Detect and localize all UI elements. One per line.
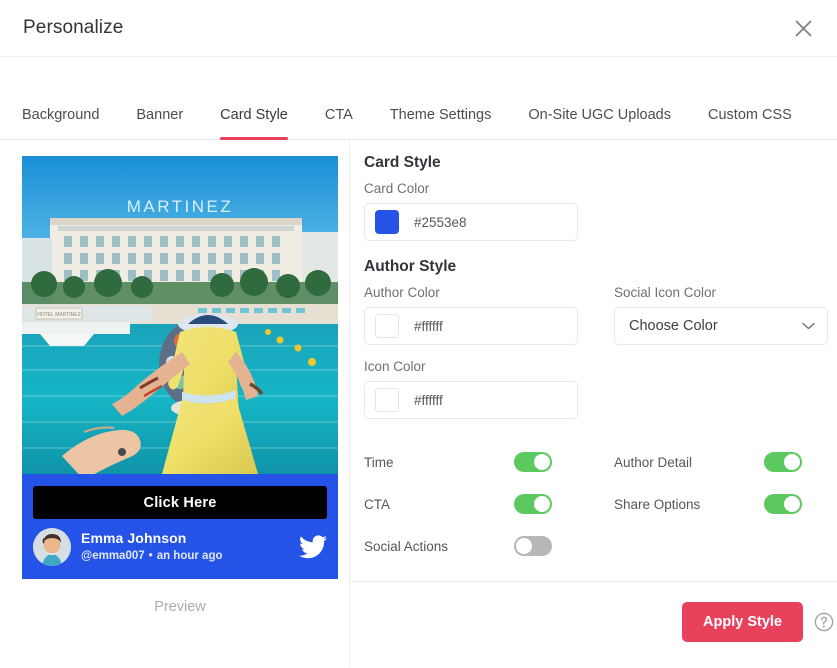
close-icon[interactable] [789, 14, 817, 42]
tab-card-style[interactable]: Card Style [220, 107, 288, 140]
tab-background[interactable]: Background [22, 107, 99, 139]
personalize-modal: Personalize Background Banner Card Style… [0, 0, 837, 668]
author-sub: @emma007 • an hour ago [81, 549, 293, 564]
toggle-share-options[interactable] [764, 494, 802, 514]
card-color-swatch[interactable] [375, 210, 399, 234]
author-style-row-1: Author Color #ffffff Social Icon Color C… [364, 285, 834, 345]
toggle-row-author-detail: Author Detail [614, 441, 834, 483]
author-color-input[interactable]: #ffffff [364, 307, 578, 345]
author-style-row-2: Icon Color #ffffff [364, 359, 834, 419]
toggle-knob [784, 454, 800, 470]
social-icon-color-select[interactable]: Choose Color [614, 307, 828, 345]
toggle-label-author-detail: Author Detail [614, 454, 693, 470]
icon-color-swatch[interactable] [375, 388, 399, 412]
toggle-knob [534, 496, 550, 512]
chevron-down-icon [802, 317, 815, 335]
card-color-input[interactable]: #2553e8 [364, 203, 578, 241]
settings-panel: Card Style Card Color #2553e8 Author Sty… [350, 140, 837, 667]
preview-caption: Preview [154, 599, 206, 615]
toggle-knob [516, 538, 532, 554]
click-here-button[interactable]: Click Here [33, 486, 327, 519]
social-icon-color-value: Choose Color [629, 318, 718, 334]
card-cta-area: Click Here [22, 474, 338, 519]
author-color-label: Author Color [364, 285, 440, 300]
footer-divider [350, 581, 837, 582]
toggle-label-cta: CTA [364, 496, 390, 512]
social-icon-color-label: Social Icon Color [614, 285, 717, 300]
page-title: Personalize [23, 17, 124, 38]
card-author-row: Emma Johnson @emma007 • an hour ago [22, 519, 338, 579]
toggle-social-actions[interactable] [514, 536, 552, 556]
tab-on-site-ugc-uploads[interactable]: On-Site UGC Uploads [528, 107, 671, 139]
tab-custom-css[interactable]: Custom CSS [708, 107, 792, 139]
svg-text:HOTEL MARTINEZ: HOTEL MARTINEZ [37, 312, 80, 318]
toggle-section: Time Author Detail CTA Share Options Soc… [364, 441, 834, 567]
preview-card: MARTINEZ HOTEL MARTINEZ Click Here Emma … [22, 156, 338, 579]
tab-cta[interactable]: CTA [325, 107, 353, 139]
icon-color-value: #ffffff [414, 392, 443, 408]
card-photo: MARTINEZ HOTEL MARTINEZ [22, 156, 338, 474]
separator-dot: • [148, 550, 153, 562]
author-color-swatch[interactable] [375, 314, 399, 338]
author-meta: Emma Johnson @emma007 • an hour ago [81, 530, 293, 564]
toggle-row-social-actions: Social Actions [364, 525, 600, 567]
card-color-label: Card Color [364, 181, 430, 196]
toggle-author-detail[interactable] [764, 452, 802, 472]
timestamp: an hour ago [156, 550, 223, 562]
author-name: Emma Johnson [81, 530, 187, 546]
apply-style-button[interactable]: Apply Style [682, 602, 803, 642]
card-style-heading: Card Style [364, 154, 441, 171]
toggle-knob [534, 454, 550, 470]
author-handle: @emma007 [81, 550, 145, 562]
toggle-label-share-options: Share Options [614, 496, 701, 512]
preview-panel: MARTINEZ HOTEL MARTINEZ Click Here Emma … [0, 140, 350, 667]
modal-footer: Apply Style [682, 602, 834, 642]
modal-body: MARTINEZ HOTEL MARTINEZ Click Here Emma … [0, 140, 837, 667]
icon-color-input[interactable]: #ffffff [364, 381, 578, 419]
toggle-row-share-options: Share Options [614, 483, 834, 525]
toggle-row-cta: CTA [364, 483, 600, 525]
svg-text:MARTINEZ: MARTINEZ [127, 197, 234, 216]
author-color-value: #ffffff [414, 318, 443, 334]
author-style-heading: Author Style [364, 258, 457, 275]
toggle-knob [784, 496, 800, 512]
toggle-label-time: Time [364, 454, 394, 470]
tab-theme-settings[interactable]: Theme Settings [390, 107, 492, 139]
toggle-time[interactable] [514, 452, 552, 472]
twitter-icon [299, 535, 327, 559]
toggle-label-social-actions: Social Actions [364, 538, 449, 554]
tab-bar: Background Banner Card Style CTA Theme S… [0, 57, 837, 140]
icon-color-label: Icon Color [364, 359, 426, 374]
tab-banner[interactable]: Banner [136, 107, 183, 139]
avatar [33, 528, 71, 566]
modal-header: Personalize [0, 0, 837, 57]
toggle-row-time: Time [364, 441, 600, 483]
help-icon[interactable] [814, 612, 834, 632]
toggle-cta[interactable] [514, 494, 552, 514]
card-color-value: #2553e8 [414, 214, 467, 230]
